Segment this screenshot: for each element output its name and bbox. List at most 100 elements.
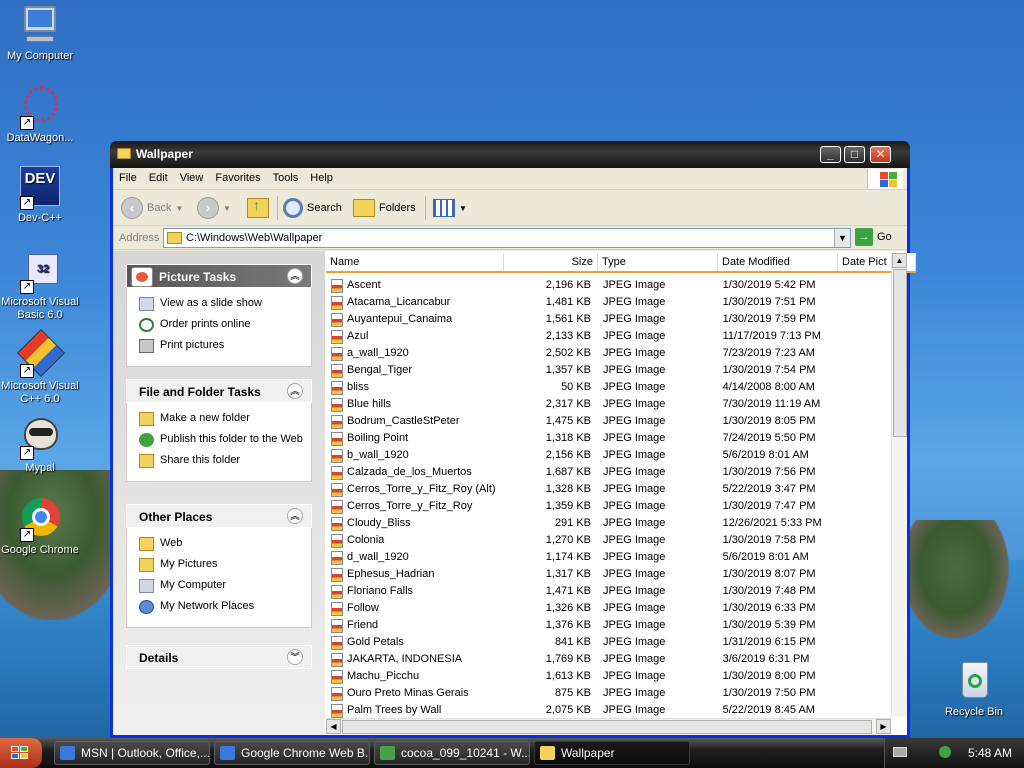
forward-button[interactable]: › ▼ xyxy=(197,196,231,220)
maximize-button[interactable]: □ xyxy=(844,146,865,163)
jpeg-file-icon xyxy=(331,635,343,650)
file-type-cell: JPEG Image xyxy=(603,449,666,461)
details-header[interactable]: Details ︾ xyxy=(126,645,312,669)
folders-button[interactable]: Folders xyxy=(353,196,416,220)
place-web[interactable]: Web xyxy=(139,537,303,551)
horizontal-scrollbar[interactable]: ◀ ▶ xyxy=(326,718,891,735)
collapse-chevron-icon[interactable]: ︽ xyxy=(287,508,303,524)
table-row[interactable]: Auyantepui_Canaima 1,561 KB JPEG Image 1/30… xyxy=(326,311,886,328)
table-row[interactable]: Cloudy_Bliss 291 KB JPEG Image 12/26/2021 5… xyxy=(326,515,886,532)
scroll-right-button[interactable]: ▶ xyxy=(876,719,891,734)
table-row[interactable]: Bodrum_CastleStPeter 1,475 KB JPEG Image 1/… xyxy=(326,413,886,430)
collapse-chevron-icon[interactable]: ︽ xyxy=(287,383,303,399)
task-publish-web[interactable]: Publish this folder to the Web xyxy=(139,433,303,447)
image-viewer-icon xyxy=(380,746,395,760)
menu-help[interactable]: Help xyxy=(304,168,339,184)
desktop-icon-vb6[interactable]: 32 ↗ Microsoft Visual Basic 6.0 xyxy=(0,250,80,322)
table-row[interactable]: Floriano Falls 1,471 KB JPEG Image 1/30/201… xyxy=(326,583,886,600)
table-row[interactable]: Azul 2,133 KB JPEG Image 11/17/2019 7:13 PM xyxy=(326,328,886,345)
menu-edit[interactable]: Edit xyxy=(143,168,174,184)
desktop-icon-my-computer[interactable]: My Computer xyxy=(0,4,80,63)
table-row[interactable]: Friend 1,376 KB JPEG Image 1/30/2019 5:39 P… xyxy=(326,617,886,634)
vertical-scrollbar[interactable]: ▲ xyxy=(891,253,907,717)
table-row[interactable]: Cerros_Torre_y_Fitz_Roy (Alt) 1,328 KB JPE… xyxy=(326,481,886,498)
file-size-cell: 2,196 KB xyxy=(545,279,592,291)
table-row[interactable]: Calzada_de_los_Muertos 1,687 KB JPEG Image… xyxy=(326,464,886,481)
menu-view[interactable]: View xyxy=(174,168,210,184)
task-slideshow[interactable]: View as a slide show xyxy=(139,297,303,311)
table-row[interactable]: Ouro Preto Minas Gerais 875 KB JPEG Image 1… xyxy=(326,685,886,702)
table-row[interactable]: b_wall_1920 2,156 KB JPEG Image 5/6/2019 8:… xyxy=(326,447,886,464)
close-button[interactable]: ✕ xyxy=(870,146,891,163)
table-row[interactable]: Palm Trees by Wall 2,075 KB JPEG Image 5/22… xyxy=(326,702,886,719)
column-header-size[interactable]: Size xyxy=(504,253,598,271)
table-row[interactable]: Ascent 2,196 KB JPEG Image 1/30/2019 5:42 P… xyxy=(326,277,886,294)
table-row[interactable]: JAKARTA, INDONESIA 1,769 KB JPEG Image 3/6/… xyxy=(326,651,886,668)
views-icon xyxy=(433,199,455,217)
table-row[interactable]: Blue hills 2,317 KB JPEG Image 7/30/2019 11… xyxy=(326,396,886,413)
desktop-icon-datawagon[interactable]: ↗ DataWagon... xyxy=(0,86,80,145)
file-folder-tasks-header[interactable]: File and Folder Tasks ︽ xyxy=(126,379,312,403)
column-header-name[interactable]: Name xyxy=(326,253,504,271)
taskbar-item-chrome[interactable]: Google Chrome Web B... xyxy=(214,741,370,765)
vertical-scroll-thumb[interactable] xyxy=(893,269,907,437)
menu-favorites[interactable]: Favorites xyxy=(209,168,266,184)
table-row[interactable]: Colonia 1,270 KB JPEG Image 1/30/2019 7:58 … xyxy=(326,532,886,549)
task-order-prints[interactable]: Order prints online xyxy=(139,318,303,332)
network-icon xyxy=(139,600,154,614)
menu-tools[interactable]: Tools xyxy=(267,168,305,184)
back-button[interactable]: ‹ Back ▼ xyxy=(121,196,183,220)
desktop-icon-mypal[interactable]: ↗ Mypal xyxy=(0,416,80,475)
menu-file[interactable]: File xyxy=(113,168,143,184)
taskbar-item-msn[interactable]: MSN | Outlook, Office,... xyxy=(54,741,210,765)
table-row[interactable]: Bengal_Tiger 1,357 KB JPEG Image 1/30/2019 … xyxy=(326,362,886,379)
table-row[interactable]: Follow 1,326 KB JPEG Image 1/30/2019 6:33 P… xyxy=(326,600,886,617)
scroll-up-button[interactable]: ▲ xyxy=(892,253,907,268)
picture-tasks-header[interactable]: Picture Tasks ︽ xyxy=(126,264,312,288)
table-row[interactable]: d_wall_1920 1,174 KB JPEG Image 5/6/2019 8:… xyxy=(326,549,886,566)
task-share-folder[interactable]: Share this folder xyxy=(139,454,303,468)
network-tray-icon[interactable] xyxy=(939,746,951,758)
horizontal-scroll-thumb[interactable] xyxy=(342,720,872,734)
table-row[interactable]: Boiling Point 1,318 KB JPEG Image 7/24/2019… xyxy=(326,430,886,447)
taskbar-item-cocoa[interactable]: cocoa_099_10241 - W... xyxy=(374,741,530,765)
search-button[interactable]: Search xyxy=(283,196,342,220)
file-name: d_wall_1920 xyxy=(347,551,409,563)
go-button[interactable]: → Go xyxy=(855,228,892,246)
table-row[interactable]: Ephesus_Hadrian 1,317 KB JPEG Image 1/30/20… xyxy=(326,566,886,583)
start-button[interactable] xyxy=(0,738,42,768)
collapse-chevron-icon[interactable]: ︽ xyxy=(287,268,303,284)
clock[interactable]: 5:48 AM xyxy=(968,746,1012,760)
address-input[interactable]: C:\Windows\Web\Wallpaper ▼ xyxy=(163,228,851,248)
table-row[interactable]: Cerros_Torre_y_Fitz_Roy 1,359 KB JPEG Imag… xyxy=(326,498,886,515)
minimize-button[interactable]: _ xyxy=(820,146,841,163)
desktop-icon-vcpp6[interactable]: ↗ Microsoft Visual C++ 6.0 xyxy=(0,328,80,406)
table-row[interactable]: a_wall_1920 2,502 KB JPEG Image 7/23/2019 7… xyxy=(326,345,886,362)
file-date-cell: 5/22/2019 3:47 PM xyxy=(722,483,816,495)
column-header-type[interactable]: Type xyxy=(598,253,718,271)
place-my-pictures[interactable]: My Pictures xyxy=(139,558,303,572)
file-date-cell: 1/30/2019 8:05 PM xyxy=(722,415,816,427)
table-row[interactable]: Gold Petals 841 KB JPEG Image 1/31/2019 6:1… xyxy=(326,634,886,651)
desktop-icon-recycle-bin[interactable]: Recycle Bin xyxy=(934,660,1014,719)
column-header-date-modified[interactable]: Date Modified xyxy=(718,253,838,271)
place-my-network[interactable]: My Network Places xyxy=(139,600,303,614)
expand-chevron-icon[interactable]: ︾ xyxy=(287,649,303,665)
desktop-icon-google-chrome[interactable]: ↗ Google Chrome xyxy=(0,498,80,557)
address-dropdown-button[interactable]: ▼ xyxy=(834,229,850,247)
task-print-pictures[interactable]: Print pictures xyxy=(139,339,303,353)
views-button[interactable]: ▼ xyxy=(433,196,467,220)
task-new-folder[interactable]: Make a new folder xyxy=(139,412,303,426)
desktop-icon-dev-cpp[interactable]: DEV ↗ Dev-C++ xyxy=(0,166,80,225)
table-row[interactable]: bliss 50 KB JPEG Image 4/14/2008 8:00 AM xyxy=(326,379,886,396)
other-places-header[interactable]: Other Places ︽ xyxy=(126,504,312,528)
scroll-left-button[interactable]: ◀ xyxy=(326,719,341,734)
table-row[interactable]: Atacama_Licancabur 1,481 KB JPEG Image 1/30… xyxy=(326,294,886,311)
title-bar[interactable]: Wallpaper _ □ ✕ xyxy=(110,141,910,168)
file-type-cell: JPEG Image xyxy=(603,687,666,699)
place-my-computer[interactable]: My Computer xyxy=(139,579,303,593)
taskbar-item-wallpaper[interactable]: Wallpaper xyxy=(534,741,690,765)
up-folder-button[interactable]: ↑ xyxy=(247,196,269,220)
keyboard-icon[interactable] xyxy=(893,747,907,757)
table-row[interactable]: Machu_Picchu 1,613 KB JPEG Image 1/30/2019 … xyxy=(326,668,886,685)
